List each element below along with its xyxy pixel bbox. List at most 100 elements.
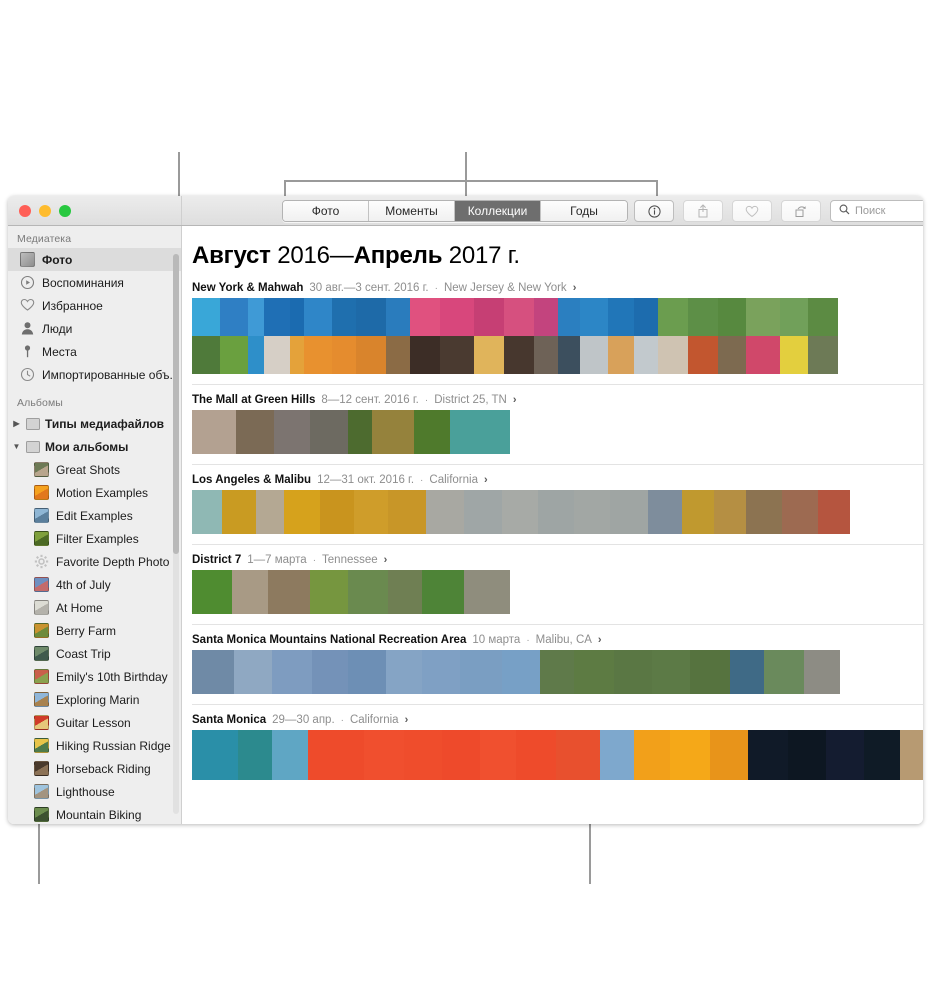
photo-thumbnail[interactable] bbox=[234, 650, 272, 694]
photo-thumbnail[interactable] bbox=[574, 650, 614, 694]
photo-thumbnail[interactable] bbox=[600, 730, 634, 780]
photo-thumbnail[interactable] bbox=[192, 730, 238, 780]
photo-thumbnail[interactable] bbox=[782, 490, 818, 534]
chevron-down-icon[interactable]: ▼ bbox=[12, 442, 21, 451]
photo-thumbnail[interactable] bbox=[290, 298, 304, 374]
photo-thumbnail[interactable] bbox=[386, 298, 410, 374]
photo-thumbnail[interactable] bbox=[310, 570, 348, 614]
photo-thumbnail[interactable] bbox=[502, 490, 538, 534]
photo-thumbnail[interactable] bbox=[614, 650, 652, 694]
photo-thumbnail[interactable] bbox=[422, 570, 464, 614]
photo-thumbnail[interactable] bbox=[414, 410, 450, 454]
photo-thumbnail[interactable] bbox=[690, 650, 730, 694]
photo-thumbnail[interactable] bbox=[256, 490, 284, 534]
photo-thumbnail[interactable] bbox=[192, 410, 236, 454]
photo-thumbnail[interactable] bbox=[516, 730, 556, 780]
photo-thumbnail[interactable] bbox=[780, 298, 808, 374]
photo-thumbnail[interactable] bbox=[634, 298, 658, 374]
photo-thumbnail[interactable] bbox=[464, 490, 502, 534]
photo-thumbnail[interactable] bbox=[580, 298, 608, 374]
sidebar-item-memories[interactable]: Воспоминания bbox=[8, 271, 181, 294]
photo-thumbnail[interactable] bbox=[764, 650, 804, 694]
chevron-right-icon[interactable]: › bbox=[484, 474, 488, 486]
photo-thumbnail[interactable] bbox=[404, 730, 442, 780]
photo-thumbnail[interactable] bbox=[192, 490, 222, 534]
photo-thumbnail[interactable] bbox=[538, 490, 574, 534]
photo-thumbnail[interactable] bbox=[714, 490, 746, 534]
photo-thumbnail[interactable] bbox=[574, 490, 610, 534]
photo-thumbnail[interactable] bbox=[864, 730, 900, 780]
tab-moments[interactable]: Моменты bbox=[369, 201, 455, 221]
photo-thumbnail[interactable] bbox=[268, 570, 310, 614]
photo-thumbnail[interactable] bbox=[460, 650, 502, 694]
photo-thumbnail[interactable] bbox=[348, 410, 372, 454]
photo-thumbnail[interactable] bbox=[304, 298, 332, 374]
photo-thumbnail[interactable] bbox=[192, 298, 220, 374]
sidebar-album-item[interactable]: Hiking Russian Ridge bbox=[8, 734, 181, 757]
sidebar-scrollbar[interactable] bbox=[173, 254, 179, 814]
photo-thumbnail[interactable] bbox=[788, 730, 826, 780]
collection-header[interactable]: Santa Monica 29—30 апр. · California › bbox=[192, 705, 923, 730]
favorite-button[interactable] bbox=[732, 200, 772, 222]
photo-thumbnail[interactable] bbox=[658, 298, 688, 374]
collection-header[interactable]: District 7 1—7 марта · Tennessee › bbox=[192, 545, 923, 570]
photo-thumbnail[interactable] bbox=[320, 490, 354, 534]
photo-thumbnail[interactable] bbox=[450, 410, 510, 454]
photo-thumbnail[interactable] bbox=[648, 490, 682, 534]
photo-thumbnail[interactable] bbox=[710, 730, 748, 780]
info-button[interactable] bbox=[634, 200, 674, 222]
photo-thumbnail[interactable] bbox=[652, 650, 690, 694]
photo-thumbnail[interactable] bbox=[718, 298, 746, 374]
close-button[interactable] bbox=[19, 204, 31, 217]
photo-thumbnail[interactable] bbox=[272, 650, 312, 694]
sidebar-album-item[interactable]: Lighthouse bbox=[8, 780, 181, 803]
photo-thumbnail[interactable] bbox=[534, 298, 558, 374]
photo-thumbnail[interactable] bbox=[248, 298, 264, 374]
share-button[interactable] bbox=[683, 200, 723, 222]
tab-collections[interactable]: Коллекции bbox=[455, 201, 541, 221]
photo-thumbnail[interactable] bbox=[386, 650, 422, 694]
photo-thumbnail[interactable] bbox=[474, 298, 504, 374]
photo-thumbnail[interactable] bbox=[442, 730, 480, 780]
collection-header[interactable]: Los Angeles & Malibu 12—31 окт. 2016 г. · C… bbox=[192, 465, 923, 490]
sidebar-album-item[interactable]: Great Shots bbox=[8, 458, 181, 481]
photo-thumbnail[interactable] bbox=[348, 570, 388, 614]
photo-thumbnail[interactable] bbox=[900, 730, 923, 780]
photo-thumbnail[interactable] bbox=[504, 298, 534, 374]
tab-photos[interactable]: Фото bbox=[283, 201, 369, 221]
photo-thumbnail[interactable] bbox=[274, 410, 310, 454]
photo-thumbnail[interactable] bbox=[410, 298, 440, 374]
search-field[interactable]: Поиск bbox=[830, 200, 923, 222]
sidebar-album-item[interactable]: Guitar Lesson bbox=[8, 711, 181, 734]
photo-thumbnail[interactable] bbox=[730, 650, 764, 694]
photo-thumbnail[interactable] bbox=[364, 730, 404, 780]
photo-thumbnail[interactable] bbox=[310, 410, 348, 454]
photo-thumbnail[interactable] bbox=[608, 298, 634, 374]
sidebar-album-item[interactable]: At Home bbox=[8, 596, 181, 619]
sidebar-album-item[interactable]: Coast Trip bbox=[8, 642, 181, 665]
photo-thumbnail[interactable] bbox=[272, 730, 308, 780]
sidebar-group-my-albums[interactable]: ▼ Мои альбомы bbox=[8, 435, 181, 458]
collection-header[interactable]: The Mall at Green Hills 8—12 сент. 2016 г… bbox=[192, 385, 923, 410]
chevron-right-icon[interactable]: › bbox=[573, 282, 577, 294]
sidebar-album-item[interactable]: Edit Examples bbox=[8, 504, 181, 527]
photo-thumbnail[interactable] bbox=[558, 298, 580, 374]
photo-thumbnail[interactable] bbox=[748, 730, 788, 780]
photo-thumbnail[interactable] bbox=[236, 410, 274, 454]
sidebar-scrollbar-thumb[interactable] bbox=[173, 254, 179, 554]
chevron-right-icon[interactable]: › bbox=[405, 714, 409, 726]
photo-thumbnail[interactable] bbox=[192, 650, 234, 694]
tab-years[interactable]: Годы bbox=[541, 201, 627, 221]
photo-thumbnail[interactable] bbox=[264, 298, 290, 374]
collection-header[interactable]: Santa Monica Mountains National Recreati… bbox=[192, 625, 923, 650]
photo-thumbnail[interactable] bbox=[464, 570, 510, 614]
chevron-right-icon[interactable]: › bbox=[598, 634, 602, 646]
photo-thumbnail[interactable] bbox=[222, 490, 256, 534]
sidebar-item-photos[interactable]: Фото bbox=[8, 248, 181, 271]
photo-thumbnail[interactable] bbox=[634, 730, 670, 780]
sidebar-album-item[interactable]: Filter Examples bbox=[8, 527, 181, 550]
photo-thumbnail[interactable] bbox=[670, 730, 710, 780]
photo-thumbnail[interactable] bbox=[220, 298, 248, 374]
photo-thumbnail[interactable] bbox=[808, 298, 838, 374]
sidebar-album-item[interactable]: Berry Farm bbox=[8, 619, 181, 642]
